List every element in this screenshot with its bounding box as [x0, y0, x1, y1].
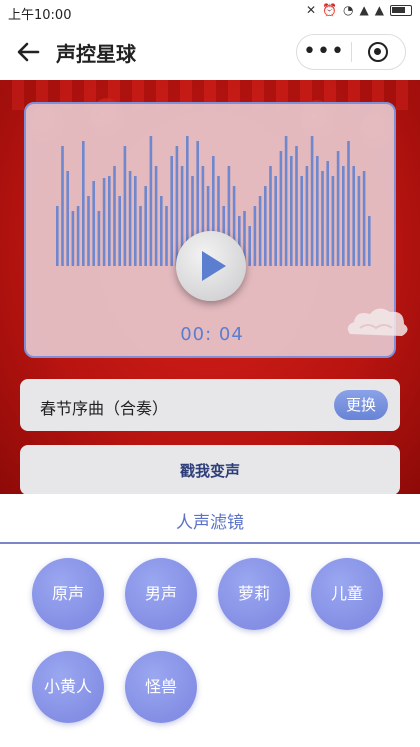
waveform-bar [274, 176, 277, 266]
signal-icon: ▲ [359, 3, 369, 17]
song-name: 春节序曲（合奏） [40, 399, 169, 418]
waveform-bar [253, 206, 257, 266]
waveform-bar [321, 171, 324, 266]
voice-filter-panel: 人声滤镜 原声 男声 萝莉 儿童 小黄人 怪兽 [0, 494, 420, 747]
waveform-bar [102, 178, 106, 266]
filter-divider [0, 542, 420, 544]
filter-panel-title: 人声滤镜 [176, 513, 244, 533]
waveform-bar [368, 216, 371, 266]
record-button[interactable] [352, 42, 405, 62]
waveform-bar [258, 196, 262, 266]
filter-chip-male[interactable]: 男声 [125, 558, 197, 630]
battery-icon [390, 4, 412, 16]
waveform-bar [269, 166, 272, 266]
waveform-bar [170, 156, 173, 266]
audio-player: 00: 04 [24, 102, 396, 358]
waveform-bar [87, 196, 90, 266]
status-time: 上午10:00 [8, 8, 72, 23]
voice-change-label: 戳我变声 [179, 462, 240, 480]
nav-bar: 声控星球 ••• [0, 24, 420, 80]
waveform-bar [82, 141, 85, 266]
waveform-bar [71, 211, 75, 266]
play-button[interactable] [176, 231, 246, 301]
wifi-icon: ◔ [343, 3, 354, 17]
play-icon [202, 251, 226, 281]
waveform-bar [362, 171, 366, 266]
waveform-bar [326, 161, 329, 266]
signal-icon-2: ▲ [374, 3, 384, 17]
waveform-bar [149, 136, 153, 266]
waveform-bar [300, 176, 303, 266]
waveform-bar [128, 171, 132, 266]
status-icons: ✕ ⏰ ◔ ▲ ▲ [306, 3, 412, 17]
waveform-bar [118, 196, 121, 266]
waveform-bar [336, 151, 340, 266]
waveform-bar [76, 206, 80, 266]
filter-chip-monster[interactable]: 怪兽 [125, 651, 197, 723]
waveform-bar [113, 166, 116, 266]
record-icon [368, 42, 389, 62]
more-dots-icon[interactable]: ••• [297, 34, 351, 70]
back-arrow-icon[interactable] [14, 38, 42, 66]
waveform-bar [66, 171, 69, 266]
waveform-bar [357, 176, 361, 266]
page-title: 声控星球 [56, 42, 136, 66]
filter-chip-child[interactable]: 儿童 [311, 558, 383, 630]
waveform-bar [97, 211, 101, 266]
voice-change-button[interactable]: 戳我变声 [20, 445, 400, 495]
filter-chip-original[interactable]: 原声 [32, 558, 104, 630]
waveform-bar [331, 176, 335, 266]
waveform-bar [92, 181, 95, 266]
waveform-bar [108, 176, 111, 266]
waveform-bar [144, 186, 147, 266]
cloud-icon [347, 308, 408, 336]
waveform-bar [248, 226, 251, 266]
change-song-button[interactable]: 更换 [334, 390, 388, 420]
mini-program-capsule: ••• [296, 34, 406, 70]
waveform-bar [61, 146, 64, 266]
waveform-bar [56, 206, 59, 266]
mute-icon: ✕ [306, 3, 317, 17]
waveform-bar [154, 166, 158, 266]
waveform-bar [264, 186, 267, 266]
alarm-icon: ⏰ [322, 3, 338, 17]
filter-chip-loli[interactable]: 萝莉 [218, 558, 290, 630]
waveform-bar [134, 176, 137, 266]
waveform-bar [316, 156, 319, 266]
waveform-bar [160, 196, 163, 266]
waveform-bar [342, 166, 345, 266]
status-bar: 上午10:00 ✕ ⏰ ◔ ▲ ▲ [0, 0, 420, 24]
waveform-bar [139, 206, 142, 266]
waveform-bar [347, 141, 350, 266]
filter-chip-minion[interactable]: 小黄人 [32, 651, 104, 723]
waveform-bar [123, 146, 127, 266]
waveform-bar [352, 166, 355, 266]
waveform-bar [310, 136, 314, 266]
waveform-bar [305, 166, 309, 266]
waveform-bar [279, 151, 283, 266]
waveform-bar [165, 206, 168, 266]
waveform-bar [284, 136, 288, 266]
waveform-bar [295, 146, 298, 266]
waveform-bar [175, 146, 179, 266]
waveform-bar [290, 156, 293, 266]
song-selector: 春节序曲（合奏） 更换 [20, 379, 400, 431]
